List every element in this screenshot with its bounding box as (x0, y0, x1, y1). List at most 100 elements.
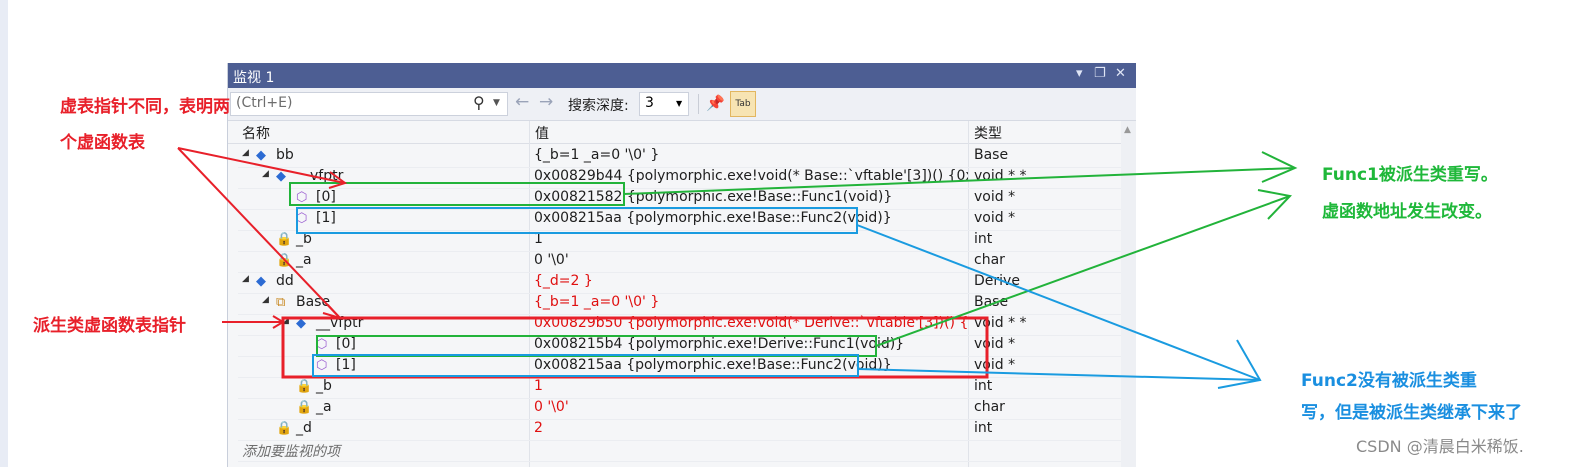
func2-inherit-note-line1: Func2没有被派生类重 (1301, 371, 1477, 391)
csdn-watermark: CSDN @清晨白米稀饭. (1356, 437, 1524, 456)
close-icon[interactable]: ✕ (1115, 66, 1126, 81)
function-icon: ⬡ (316, 358, 328, 373)
watch-row[interactable]: 🔒 _a 0 '\0' char (238, 398, 1121, 420)
watch-row-value[interactable]: 0 '\0' (534, 252, 968, 268)
watch-row[interactable]: ⬡ [1] 0x008215aa {polymorphic.exe!Base::Fu… (238, 209, 1121, 231)
watch-row[interactable]: 🔒 _a 0 '\0' char (238, 251, 1121, 273)
derived-vfptr-note: 派生类虚函数表指针 (33, 316, 186, 336)
pin-icon[interactable]: 📌 (706, 94, 725, 112)
watch-row-value[interactable]: {_b=1 _a=0 '\0' } (534, 147, 968, 163)
green-arrowhead (1261, 151, 1298, 183)
watch-row-type: void * * (974, 315, 1027, 331)
watch-row-value[interactable]: 0x008215aa {polymorphic.exe!Base::Func2(… (534, 210, 968, 226)
watch-row-type: void * (974, 210, 1016, 226)
watch-row-type: void * (974, 336, 1016, 352)
search-depth-value: 3 (645, 95, 654, 111)
watch-row-name: __vfptr (296, 168, 344, 184)
forward-arrow-icon[interactable]: → (539, 92, 553, 112)
watch-row-name: _a (296, 252, 312, 268)
watch-title: 监视 1 (233, 70, 275, 86)
watch-row[interactable]: 🔒 _b 1 int (238, 230, 1121, 252)
watch-row-name: [0] (316, 189, 336, 205)
watch-row-name: __vfptr (316, 315, 364, 331)
watch-row-value[interactable]: 0x008215aa {polymorphic.exe!Base::Func2(… (534, 357, 968, 373)
base-class-icon: ⧉ (276, 295, 286, 310)
collapse-toggle-icon[interactable]: ◢ (262, 295, 269, 305)
watch-row-value[interactable]: 0x008215b4 {polymorphic.exe!Derive::Func… (534, 336, 968, 352)
watch-row[interactable]: 🔒 _b 1 int (238, 377, 1121, 399)
field-icon: 🔒 (296, 379, 313, 394)
search-placeholder: (Ctrl+E) (236, 95, 293, 111)
watch-row-value[interactable]: 0x00829b50 {polymorphic.exe!void(* Deriv… (534, 315, 968, 331)
watch-row-type: int (974, 378, 993, 394)
pointer-icon: ◆ (276, 169, 286, 184)
watch-row[interactable]: ◢ ◆ bb {_b=1 _a=0 '\0' } Base (238, 146, 1121, 168)
window-menu-icon[interactable]: ▾ (1076, 66, 1083, 81)
watch-row-value[interactable]: 1 (534, 378, 968, 394)
watch-row-value[interactable]: 0x00829b44 {polymorphic.exe!void(* Base:… (534, 168, 968, 184)
watch-row-value[interactable]: {_d=2 } (534, 273, 968, 289)
watch-title-bar[interactable]: 监视 1 ▾ ❐ ✕ (228, 63, 1136, 88)
watch-row[interactable]: ⬡ [0] 0x008215b4 {polymorphic.exe!Derive::… (238, 335, 1121, 357)
watch-row-value[interactable]: 0 '\0' (534, 399, 968, 415)
collapse-toggle-icon[interactable]: ◢ (242, 274, 249, 284)
search-icon[interactable]: ⚲ (473, 93, 485, 112)
search-depth-select[interactable]: 3 ▼ (639, 92, 689, 116)
watch-row-value[interactable]: 0x00821582 {polymorphic.exe!Base::Func1(… (534, 189, 968, 205)
collapse-toggle-icon[interactable]: ◢ (262, 169, 269, 179)
add-watch-row[interactable]: 添加要监视的项 (238, 440, 1121, 462)
watch-row-type: char (974, 252, 1005, 268)
back-arrow-icon[interactable]: ← (515, 92, 529, 112)
tab-toggle-button[interactable]: Tab (730, 91, 756, 117)
watch-row-type: Base (974, 147, 1009, 163)
add-watch-placeholder[interactable]: 添加要监视的项 (242, 441, 340, 461)
watch-row-value[interactable]: 2 (534, 420, 968, 436)
pointer-icon: ◆ (296, 316, 306, 331)
watch-row-type: void * (974, 357, 1016, 373)
watch-row[interactable]: ◢ ⧉ Base {_b=1 _a=0 '\0' } Base (238, 293, 1121, 315)
field-icon: 🔒 (276, 253, 293, 268)
watch-row[interactable]: ◢ ◆ dd {_d=2 } Derive (238, 272, 1121, 294)
function-icon: ⬡ (296, 190, 308, 205)
watch-row[interactable]: ◢ ◆ __vfptr 0x00829b50 {polymorphic.exe!voi… (238, 314, 1121, 336)
watch-row-name: _a (316, 399, 332, 415)
watch-row-type: Derive (974, 273, 1020, 289)
field-icon: 🔒 (276, 232, 293, 247)
watch-row-type: int (974, 420, 993, 436)
function-icon: ⬡ (316, 337, 328, 352)
scroll-up-icon[interactable]: ▲ (1124, 125, 1131, 135)
watch-row-name: _d (296, 420, 312, 436)
blue-arrowhead (1217, 339, 1262, 389)
watch-row[interactable]: ⬡ [1] 0x008215aa {polymorphic.exe!Base::Fu… (238, 356, 1121, 378)
collapse-toggle-icon[interactable]: ◢ (282, 316, 289, 326)
vfptr-diff-note-line1: 虚表指针不同，表明两 (60, 97, 230, 117)
column-value-header[interactable]: 值 (535, 123, 549, 143)
object-icon: ◆ (256, 274, 266, 289)
watch-row-name: bb (276, 147, 294, 163)
field-icon: 🔒 (276, 421, 293, 436)
watch-row-name: [1] (316, 210, 336, 226)
column-type-header[interactable]: 类型 (974, 123, 1002, 143)
column-header: 名称 值 类型 (228, 121, 1121, 144)
column-name-header[interactable]: 名称 (242, 123, 270, 143)
watch-row-value[interactable]: {_b=1 _a=0 '\0' } (534, 294, 968, 310)
watch-row[interactable]: ◢ ◆ __vfptr 0x00829b44 {polymorphic.exe!voi… (238, 167, 1121, 189)
watch-row[interactable]: 🔒 _d 2 int (238, 419, 1121, 441)
watch-row-name: _b (296, 231, 312, 247)
watch-row-type: Base (974, 294, 1009, 310)
watch-row[interactable]: ⬡ [0] 0x00821582 {polymorphic.exe!Base::Fu… (238, 188, 1121, 210)
watch-row-type: void * (974, 189, 1016, 205)
watch-row-type: char (974, 399, 1005, 415)
collapse-toggle-icon[interactable]: ◢ (242, 148, 249, 158)
restore-icon[interactable]: ❐ (1094, 66, 1106, 81)
watch-row-value[interactable]: 1 (534, 231, 968, 247)
func1-override-note-line1: Func1被派生类重写。 (1322, 165, 1498, 185)
search-input[interactable]: (Ctrl+E) ⚲ ▼ (230, 92, 508, 116)
toolbar-divider (698, 94, 699, 114)
search-dropdown-icon[interactable]: ▼ (493, 98, 500, 108)
field-icon: 🔒 (296, 400, 313, 415)
object-icon: ◆ (256, 148, 266, 163)
watch-window: 监视 1 ▾ ❐ ✕ (Ctrl+E) ⚲ ▼ ← → 搜索深度: 3 ▼ 📌 … (227, 63, 1136, 467)
function-icon: ⬡ (296, 211, 308, 226)
vertical-scrollbar[interactable]: ▲ (1121, 121, 1136, 467)
